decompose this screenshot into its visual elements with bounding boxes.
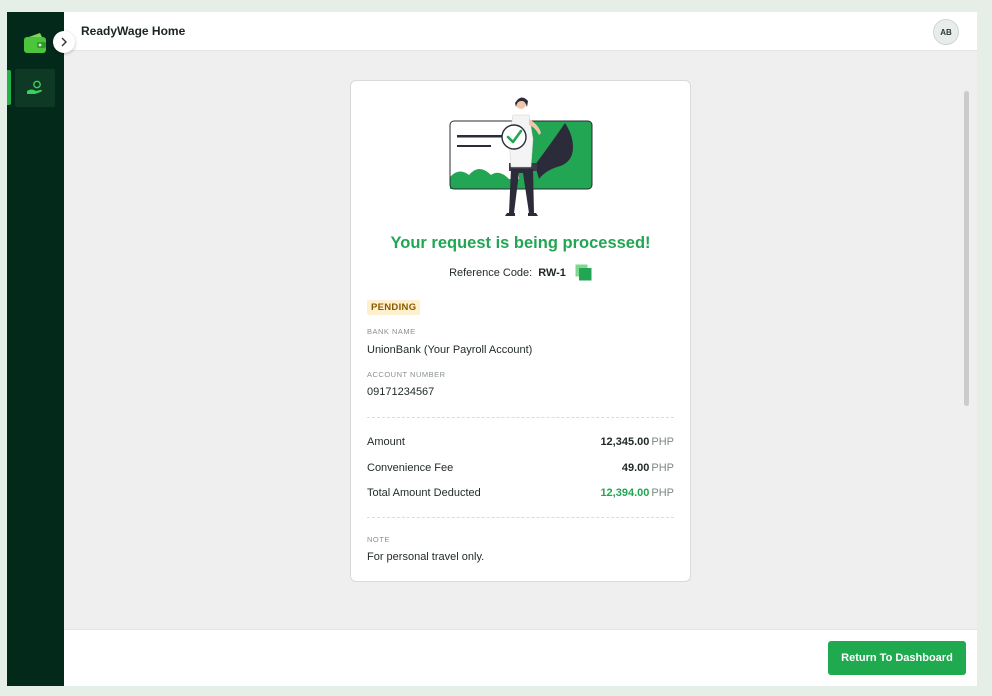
amount-row: Amount 12,345.00 PHP <box>367 436 674 448</box>
fee-unit: PHP <box>651 462 674 474</box>
chevron-right-icon <box>61 37 67 47</box>
fee-label: Convenience Fee <box>367 462 454 474</box>
divider <box>367 417 674 418</box>
sidebar <box>7 12 64 686</box>
fee-row: Convenience Fee 49.00 PHP <box>367 462 674 474</box>
confirmation-card: Your request is being processed! Referen… <box>350 80 691 582</box>
sidebar-toggle-button[interactable] <box>53 31 75 53</box>
sidebar-item-cash[interactable] <box>15 69 55 107</box>
total-value: 12,394.00 <box>600 487 650 499</box>
note-label: NOTE <box>367 535 390 544</box>
cash-hand-icon <box>27 80 42 94</box>
reference-label: Reference Code: <box>449 266 533 279</box>
app-window: ReadyWage Home AB Your request is being … <box>7 12 977 686</box>
account-number-value: 09171234567 <box>367 386 435 398</box>
return-to-dashboard-button[interactable]: Return To Dashboard <box>828 641 966 675</box>
account-number-label: ACCOUNT NUMBER <box>367 370 446 379</box>
status-headline: Your request is being processed! <box>390 234 651 252</box>
footer-bar: Return To Dashboard <box>64 629 977 686</box>
reference-code: RW-1 <box>538 266 566 279</box>
avatar[interactable]: AB <box>933 19 959 45</box>
amount-unit: PHP <box>651 436 674 448</box>
note-value: For personal travel only. <box>367 551 485 563</box>
topbar: ReadyWage Home AB <box>64 12 977 51</box>
nav-active-indicator <box>7 70 11 105</box>
page-title: ReadyWage Home <box>81 24 186 38</box>
copy-icon[interactable] <box>575 264 592 281</box>
total-row: Total Amount Deducted 12,394.00 PHP <box>367 487 674 499</box>
fee-value: 49.00 <box>621 462 650 474</box>
status-badge: PENDING <box>367 300 421 315</box>
amount-value: 12,345.00 <box>600 436 650 448</box>
bank-name-value: UnionBank (Your Payroll Account) <box>367 344 533 356</box>
total-label: Total Amount Deducted <box>367 487 481 499</box>
divider <box>367 517 674 518</box>
scrollbar[interactable] <box>964 91 969 406</box>
processing-illustration <box>449 97 593 216</box>
amount-label: Amount <box>367 436 405 448</box>
bank-name-label: BANK NAME <box>367 327 416 336</box>
reference-row: Reference Code: RW-1 <box>351 264 690 281</box>
total-unit: PHP <box>651 487 674 499</box>
wallet-icon[interactable] <box>23 31 47 55</box>
